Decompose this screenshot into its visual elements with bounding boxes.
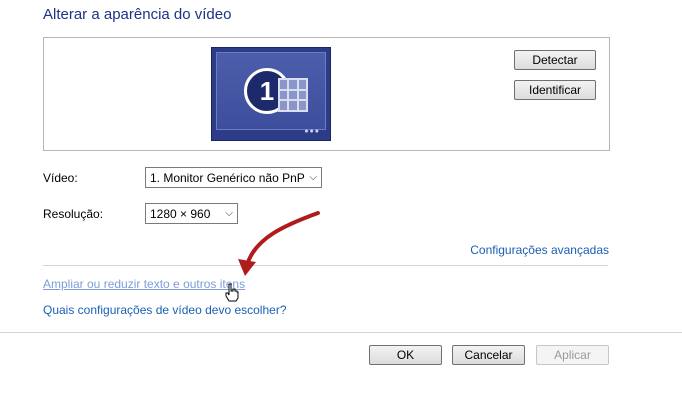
annotation-arrow-icon bbox=[238, 211, 320, 276]
hand-cursor-icon bbox=[225, 283, 239, 302]
